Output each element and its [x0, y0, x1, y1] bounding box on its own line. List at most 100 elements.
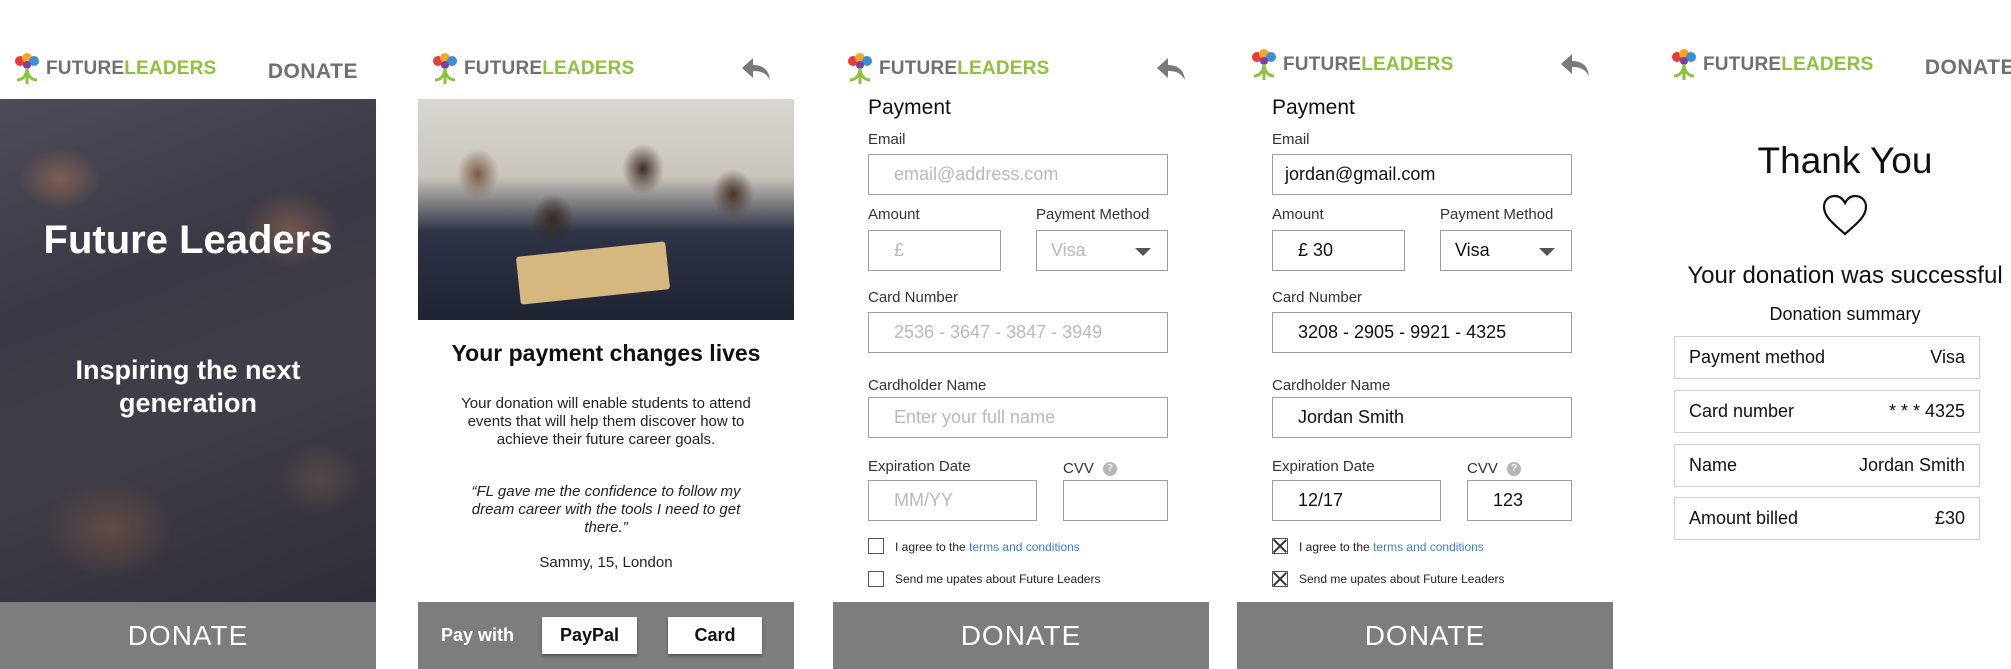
- summary-title: Donation summary: [1769, 304, 1921, 324]
- payment-method-label: Payment Method: [1440, 206, 1554, 223]
- payment-method-select[interactable]: Visa: [1440, 230, 1572, 271]
- testimonial-attribution: Sammy, 15, London: [539, 554, 673, 571]
- chevron-down-icon: [1539, 248, 1555, 256]
- donate-button-label: DONATE: [960, 619, 1082, 651]
- brand-logo[interactable]: FUTURELEADERS: [845, 52, 1049, 86]
- payment-title: Payment: [868, 96, 951, 119]
- pay-with-label: Pay with: [441, 625, 515, 645]
- logo-word-leaders: LEADERS: [542, 58, 635, 79]
- hero-title: Future Leaders: [43, 218, 333, 262]
- screen-intro: FUTURELEADERS Your payment changes lives…: [418, 0, 794, 669]
- summary-value: £30: [1934, 508, 1965, 528]
- cardholder-name-label: Cardholder Name: [1272, 377, 1391, 394]
- updates-text: Send me upates about Future Leaders: [1299, 572, 1505, 586]
- summary-label: Amount billed: [1689, 508, 1799, 528]
- summary-label: Payment method: [1689, 347, 1826, 367]
- summary-row-amount-billed: Amount billed £30: [1674, 497, 1980, 540]
- donate-button[interactable]: DONATE: [1237, 602, 1613, 669]
- photo-book-shape: [515, 241, 671, 305]
- chevron-down-icon: [1135, 248, 1151, 256]
- updates-text: Send me upates about Future Leaders: [895, 572, 1101, 586]
- card-number-label: Card Number: [868, 289, 959, 306]
- payment-method-select[interactable]: Visa: [1036, 230, 1168, 271]
- heart-icon: [1822, 194, 1868, 236]
- intro-body: Your donation will enable students to at…: [461, 395, 751, 448]
- amount-field[interactable]: £ 30: [1272, 230, 1405, 271]
- amount-label: Amount: [868, 206, 920, 223]
- email-field[interactable]: jordan@gmail.com: [1272, 154, 1572, 195]
- card-number-field[interactable]: 3208 - 2905 - 9921 - 4325: [1272, 312, 1572, 353]
- card-button[interactable]: Card: [668, 617, 763, 654]
- flower-logo-icon: [433, 53, 457, 84]
- header-donate-link[interactable]: DONATE: [1925, 56, 2011, 80]
- terms-checkbox[interactable]: [1272, 538, 1288, 554]
- flower-logo-icon: [1672, 49, 1696, 80]
- terms-link[interactable]: terms and conditions: [969, 540, 1080, 554]
- card-number-label: Card Number: [1272, 289, 1363, 306]
- summary-value: Jordan Smith: [1858, 455, 1965, 475]
- logo-word-leaders: LEADERS: [1781, 54, 1874, 75]
- amount-field[interactable]: £: [868, 230, 1001, 271]
- students-photo: [418, 99, 794, 320]
- cvv-label: CVV: [1467, 460, 1498, 477]
- terms-prefix: I agree to the: [895, 540, 966, 554]
- brand-logo[interactable]: FUTURELEADERS: [12, 52, 216, 86]
- summary-label: Name: [1689, 455, 1738, 475]
- payment-title: Payment: [1272, 96, 1355, 119]
- hero-subtitle: Inspiring the next generation: [75, 355, 301, 418]
- cvv-field[interactable]: 123: [1467, 480, 1572, 521]
- payment-method-value: Visa: [1051, 240, 1086, 260]
- back-arrow-icon[interactable]: [1155, 56, 1187, 82]
- help-icon[interactable]: ?: [1507, 462, 1521, 476]
- summary-value: * * * 4325: [1888, 401, 1965, 421]
- logo-word-future: FUTURE: [1703, 54, 1782, 75]
- expiration-label: Expiration Date: [868, 458, 971, 475]
- logo-word-leaders: LEADERS: [957, 58, 1050, 79]
- testimonial-quote: “FL gave me the confidence to follow my …: [471, 483, 741, 536]
- payment-method-value: Visa: [1455, 240, 1490, 260]
- brand-logo[interactable]: FUTURELEADERS: [430, 52, 634, 86]
- back-arrow-icon[interactable]: [1559, 52, 1591, 78]
- updates-checkbox[interactable]: [868, 571, 884, 587]
- logo-word-leaders: LEADERS: [1361, 54, 1454, 75]
- email-label: Email: [868, 131, 906, 148]
- screen-payment-filled: FUTURELEADERS Payment Email jordan@gmail…: [1237, 0, 1613, 669]
- cardholder-name-field[interactable]: Jordan Smith: [1272, 397, 1572, 438]
- cvv-field[interactable]: [1063, 480, 1168, 521]
- logo-word-future: FUTURE: [464, 58, 543, 79]
- success-message: Your donation was successful: [1687, 262, 2003, 289]
- summary-row-card-number: Card number * * * 4325: [1674, 390, 1980, 433]
- logo-word-future: FUTURE: [879, 58, 958, 79]
- brand-logo[interactable]: FUTURELEADERS: [1669, 48, 1873, 82]
- donate-button[interactable]: DONATE: [833, 602, 1209, 669]
- cardholder-name-field[interactable]: Enter your full name: [868, 397, 1168, 438]
- summary-row-name: Name Jordan Smith: [1674, 444, 1980, 487]
- email-label: Email: [1272, 131, 1310, 148]
- flower-logo-icon: [15, 53, 39, 84]
- cvv-label: CVV: [1063, 460, 1094, 477]
- terms-prefix: I agree to the: [1299, 540, 1370, 554]
- logo-word-future: FUTURE: [1283, 54, 1362, 75]
- back-arrow-icon[interactable]: [740, 56, 772, 82]
- donate-button[interactable]: DONATE: [0, 602, 376, 669]
- payment-method-label: Payment Method: [1036, 206, 1150, 223]
- terms-checkbox[interactable]: [868, 538, 884, 554]
- email-field[interactable]: email@address.com: [868, 154, 1168, 195]
- summary-label: Card number: [1689, 401, 1795, 421]
- expiration-field[interactable]: 12/17: [1272, 480, 1441, 521]
- screen-home: FUTURELEADERS DONATE Future Leaders Insp…: [0, 0, 376, 669]
- expiration-field[interactable]: MM/YY: [868, 480, 1037, 521]
- paypal-button[interactable]: PayPal: [542, 617, 638, 654]
- screen-payment-empty: FUTURELEADERS Payment Email email@addres…: [833, 0, 1209, 669]
- summary-row-payment-method: Payment method Visa: [1674, 336, 1980, 379]
- header-donate-link[interactable]: DONATE: [268, 60, 358, 84]
- help-icon[interactable]: ?: [1103, 462, 1117, 476]
- flower-logo-icon: [848, 53, 872, 84]
- terms-link[interactable]: terms and conditions: [1373, 540, 1484, 554]
- updates-checkbox[interactable]: [1272, 571, 1288, 587]
- donate-button-label: DONATE: [1364, 619, 1486, 651]
- donate-button-label: DONATE: [127, 619, 249, 651]
- brand-logo[interactable]: FUTURELEADERS: [1249, 48, 1453, 82]
- card-number-field[interactable]: 2536 - 3647 - 3847 - 3949: [868, 312, 1168, 353]
- summary-value: Visa: [1930, 347, 1965, 367]
